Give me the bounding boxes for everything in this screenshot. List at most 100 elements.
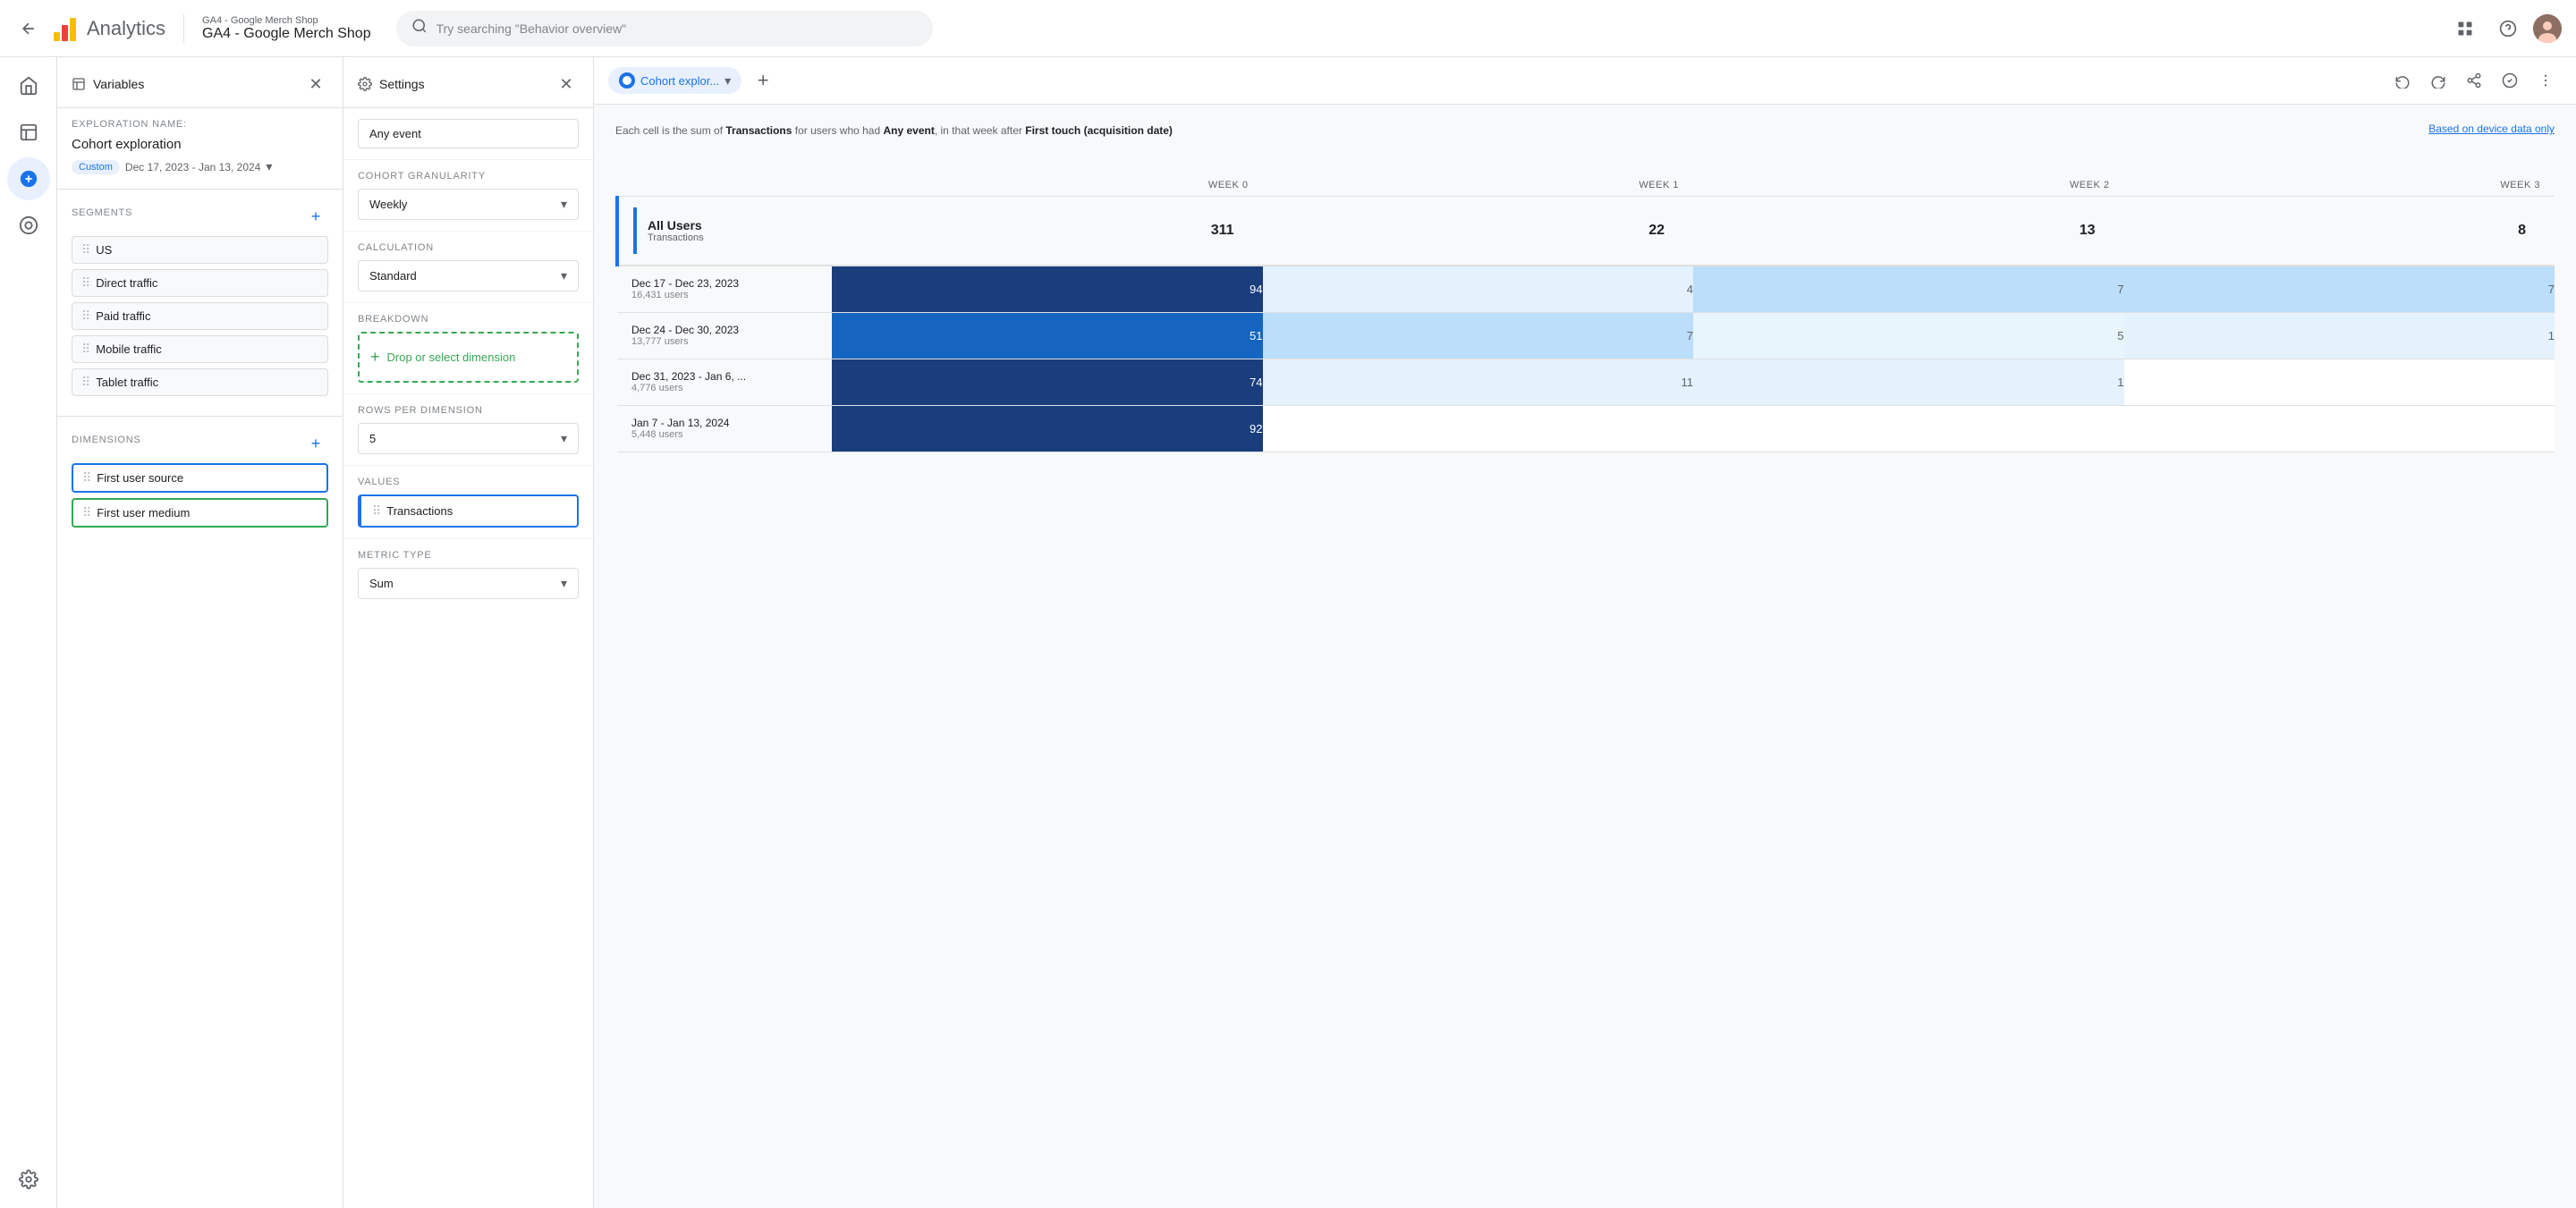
cell-r0-c0: 94 [832, 266, 1263, 312]
sidebar-item-reports[interactable] [7, 111, 50, 154]
segment-label: Mobile traffic [96, 342, 161, 356]
based-on-device-link[interactable]: Based on device data only [2428, 122, 2555, 135]
variables-icon [72, 77, 86, 91]
main-layout: Variables ✕ EXPLORATION NAME: Cohort exp… [0, 57, 2576, 1208]
drag-handle-icon: ⠿ [82, 505, 91, 520]
week1-header: WEEK 1 [1263, 174, 1694, 197]
week-label: Dec 24 - Dec 30, 2023 [631, 324, 818, 336]
breakdown-section: BREAKDOWN + Drop or select dimension [343, 303, 593, 394]
apps-button[interactable] [2447, 11, 2483, 46]
week3-header: WEEK 3 [2124, 174, 2555, 197]
segment-chip-us[interactable]: ⠿ US [72, 236, 328, 264]
avatar[interactable] [2533, 14, 2562, 43]
sidebar-item-settings[interactable] [7, 1158, 50, 1201]
exploration-name-value[interactable]: Cohort exploration [72, 137, 328, 152]
add-tab-button[interactable]: + [749, 66, 777, 95]
property-main: GA4 - Google Merch Shop [202, 26, 371, 42]
sidebar-item-advertising[interactable] [7, 204, 50, 247]
metric-type-value: Sum [369, 577, 394, 590]
report-content: Each cell is the sum of Transactions for… [594, 105, 2576, 1208]
cell-r1-c1: 7 [1263, 312, 1694, 359]
search-bar[interactable]: Try searching "Behavior overview" [396, 11, 933, 46]
row-label-1: Dec 24 - Dec 30, 2023 13,777 users [617, 312, 832, 359]
week-label: Dec 17 - Dec 23, 2023 [631, 277, 818, 290]
property-selector[interactable]: GA4 - Google Merch Shop GA4 - Google Mer… [202, 15, 371, 42]
week-label: Dec 31, 2023 - Jan 6, ... [631, 370, 818, 383]
chevron-down-icon: ▾ [561, 197, 567, 212]
all-users-row: All Users Transactions 311 [617, 197, 2555, 266]
segment-label: Direct traffic [96, 276, 157, 290]
calculation-section: CALCULATION Standard ▾ [343, 232, 593, 303]
cell-value: 7 [2124, 266, 2555, 312]
sidebar-item-home[interactable] [7, 64, 50, 107]
breakdown-placeholder: Drop or select dimension [387, 351, 516, 364]
sidebar-item-explore[interactable] [7, 157, 50, 200]
cohort-row-2: Dec 31, 2023 - Jan 6, ... 4,776 users 74… [617, 359, 2555, 405]
segment-chip-paid-traffic[interactable]: ⠿ Paid traffic [72, 302, 328, 330]
cell-r0-c2: 7 [1693, 266, 2124, 312]
event-bold: Any event [883, 124, 934, 137]
variables-panel-title: Variables [72, 77, 144, 91]
metric-type-selector[interactable]: Sum ▾ [358, 568, 579, 599]
drag-handle-icon: ⠿ [81, 308, 90, 324]
row-label-3: Jan 7 - Jan 13, 2024 5,448 users [617, 405, 832, 452]
breakdown-drop-zone[interactable]: + Drop or select dimension [358, 332, 579, 383]
cohort-granularity-label: COHORT GRANULARITY [358, 171, 579, 182]
logo-icon [54, 16, 76, 41]
week-sub: 5,448 users [631, 429, 818, 440]
segment-chip-mobile-traffic[interactable]: ⠿ Mobile traffic [72, 335, 328, 363]
transactions-value-chip[interactable]: ⠿ Transactions [358, 494, 579, 528]
segment-label: US [96, 243, 112, 257]
exploration-name-label: EXPLORATION NAME: [72, 119, 328, 130]
content-area: Cohort explor... ▾ + [594, 57, 2576, 1208]
rows-per-dim-section: ROWS PER DIMENSION 5 ▾ [343, 394, 593, 466]
cell-r1-c2: 5 [1693, 312, 2124, 359]
settings-panel-header: Settings ✕ [343, 57, 593, 108]
check-circle-button[interactable] [2494, 64, 2526, 97]
segments-add-button[interactable]: + [303, 204, 328, 229]
dimensions-add-button[interactable]: + [303, 431, 328, 456]
all-users-w3-val: 8 [2518, 223, 2526, 239]
back-button[interactable] [14, 14, 43, 43]
all-users-week0: 311 [832, 197, 1263, 266]
dimension-chip-first-user-medium[interactable]: ⠿ First user medium [72, 498, 328, 528]
cohort-row-0: Dec 17 - Dec 23, 2023 16,431 users 94477 [617, 266, 2555, 312]
tab-icon [619, 72, 635, 89]
more-options-button[interactable] [2529, 64, 2562, 97]
icon-sidebar [0, 57, 57, 1208]
all-users-w2-val: 13 [2080, 223, 2096, 239]
cell-r0-c1: 4 [1263, 266, 1694, 312]
calculation-selector[interactable]: Standard ▾ [358, 260, 579, 291]
cohort-row-3: Jan 7 - Jan 13, 2024 5,448 users 92 [617, 405, 2555, 452]
share-button[interactable] [2458, 64, 2490, 97]
cell-value: 7 [1693, 266, 2124, 312]
content-toolbar: Cohort explor... ▾ + [594, 57, 2576, 105]
drag-handle-icon: ⠿ [372, 503, 381, 519]
date-arrow-icon: ▾ [266, 159, 272, 174]
settings-close-button[interactable]: ✕ [554, 72, 579, 97]
segment-chip-tablet-traffic[interactable]: ⠿ Tablet traffic [72, 368, 328, 396]
rows-per-dim-selector[interactable]: 5 ▾ [358, 423, 579, 454]
segments-header: SEGMENTS + [72, 204, 328, 229]
redo-button[interactable] [2422, 64, 2454, 97]
all-users-week2: 13 [1693, 197, 2124, 266]
topbar: Analytics GA4 - Google Merch Shop GA4 - … [0, 0, 2576, 57]
all-users-sub: Transactions [648, 232, 704, 243]
chevron-down-icon: ▾ [561, 576, 567, 591]
cohort-event-section: Any event [343, 108, 593, 160]
cohort-granularity-selector[interactable]: Weekly ▾ [358, 189, 579, 220]
segment-chip-direct-traffic[interactable]: ⠿ Direct traffic [72, 269, 328, 297]
cohort-tab[interactable]: Cohort explor... ▾ [608, 67, 741, 94]
settings-panel-title: Settings [358, 77, 425, 91]
variables-panel: Variables ✕ EXPLORATION NAME: Cohort exp… [57, 57, 343, 1208]
undo-button[interactable] [2386, 64, 2419, 97]
date-range-text: Dec 17, 2023 - Jan 13, 2024 [125, 161, 260, 173]
topbar-divider [183, 14, 184, 43]
variables-close-button[interactable]: ✕ [303, 72, 328, 97]
all-users-label-cell: All Users Transactions [617, 197, 832, 266]
help-button[interactable] [2490, 11, 2526, 46]
cohort-event-selector[interactable]: Any event [358, 119, 579, 148]
week2-header: WEEK 2 [1693, 174, 2124, 197]
dimension-chip-first-user-source[interactable]: ⠿ First user source [72, 463, 328, 493]
date-range-selector[interactable]: Custom Dec 17, 2023 - Jan 13, 2024 ▾ [72, 159, 328, 174]
